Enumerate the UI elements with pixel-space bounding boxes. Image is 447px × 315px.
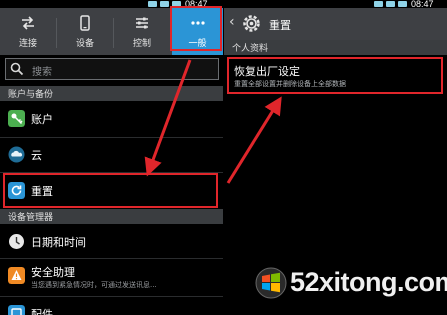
list-item-safety-assistant[interactable]: 安全助理 当您遇到紧急情况时，可通过发送讯息... [0,259,223,292]
tab-label: 控制 [132,39,151,49]
battery-icon [172,1,181,7]
section-header-device-manager: 设备管理器 [0,209,223,224]
battery-icon [398,1,407,7]
tab-label: 设备 [75,39,94,49]
section-title: 设备管理器 [8,213,54,223]
warning-icon [8,267,25,284]
item-label: 云 [31,149,42,162]
tab-general[interactable]: 一般 [172,8,223,55]
section-header-accounts: 账户与备份 [0,86,223,101]
list-item-date-time[interactable]: 日期和时间 [0,225,223,258]
section-title: 个人资料 [232,44,269,54]
search-placeholder: 搜索 [32,67,52,78]
item-subtitle: 重置全部设置并删除设备上全部数据 [234,80,346,88]
arrows-swap-icon [22,16,34,30]
gear-icon [243,15,260,32]
clock-icon [9,234,24,249]
settings-panel: 08:47 连接 设备 控制 一般 搜索 账户与备份 账户 云 重置 设备管理器… [0,0,223,315]
item-label: 日期和时间 [31,236,86,249]
notification-icon [148,1,157,7]
reset-icon [8,182,25,199]
reset-header: ‹ 重置 [224,8,447,40]
list-item-reset[interactable]: 重置 [0,174,223,207]
account-key-icon [8,110,25,127]
back-button[interactable]: ‹ [229,14,235,30]
factory-reset-item[interactable]: 恢复出厂设定 重置全部设置并删除设备上全部数据 [224,58,447,92]
item-label: 重置 [31,185,53,198]
list-item-accessories[interactable]: 配件 [0,297,223,315]
section-header-personal: 个人资料 [224,40,447,55]
watermark-text: 52xitong.com [290,267,447,297]
tab-device[interactable]: 设备 [57,8,113,55]
section-title: 账户与备份 [8,90,54,100]
accessory-icon [8,305,25,315]
status-bar-right: 08:47 [224,0,447,9]
item-label: 恢复出厂设定 [234,65,300,78]
phone-icon [80,15,90,31]
signal-icon [160,1,169,7]
item-label: 配件 [31,308,53,315]
divider [0,172,223,173]
status-bar-left: 08:47 [0,0,223,9]
list-item-cloud[interactable]: 云 [0,138,223,171]
list-item-accounts[interactable]: 账户 [0,102,223,135]
notification-icon [374,1,383,7]
settings-tab-bar: 连接 设备 控制 一般 [0,8,223,55]
tab-label: 一般 [188,39,207,49]
search-input[interactable]: 搜索 [5,58,219,80]
item-subtitle: 当您遇到紧急情况时，可通过发送讯息... [31,281,157,289]
tab-connections[interactable]: 连接 [0,8,56,55]
page-title: 重置 [269,19,291,32]
cloud-icon [8,146,25,163]
more-dots-icon [190,21,205,25]
tab-controls[interactable]: 控制 [114,8,170,55]
search-icon [10,62,24,76]
watermark: 52xitong.com [250,263,447,303]
tab-label: 连接 [18,39,37,49]
sliders-icon [136,17,148,29]
item-label: 账户 [31,113,53,126]
item-label: 安全助理 [31,266,75,279]
windows-logo-icon [255,267,287,299]
signal-icon [386,1,395,7]
